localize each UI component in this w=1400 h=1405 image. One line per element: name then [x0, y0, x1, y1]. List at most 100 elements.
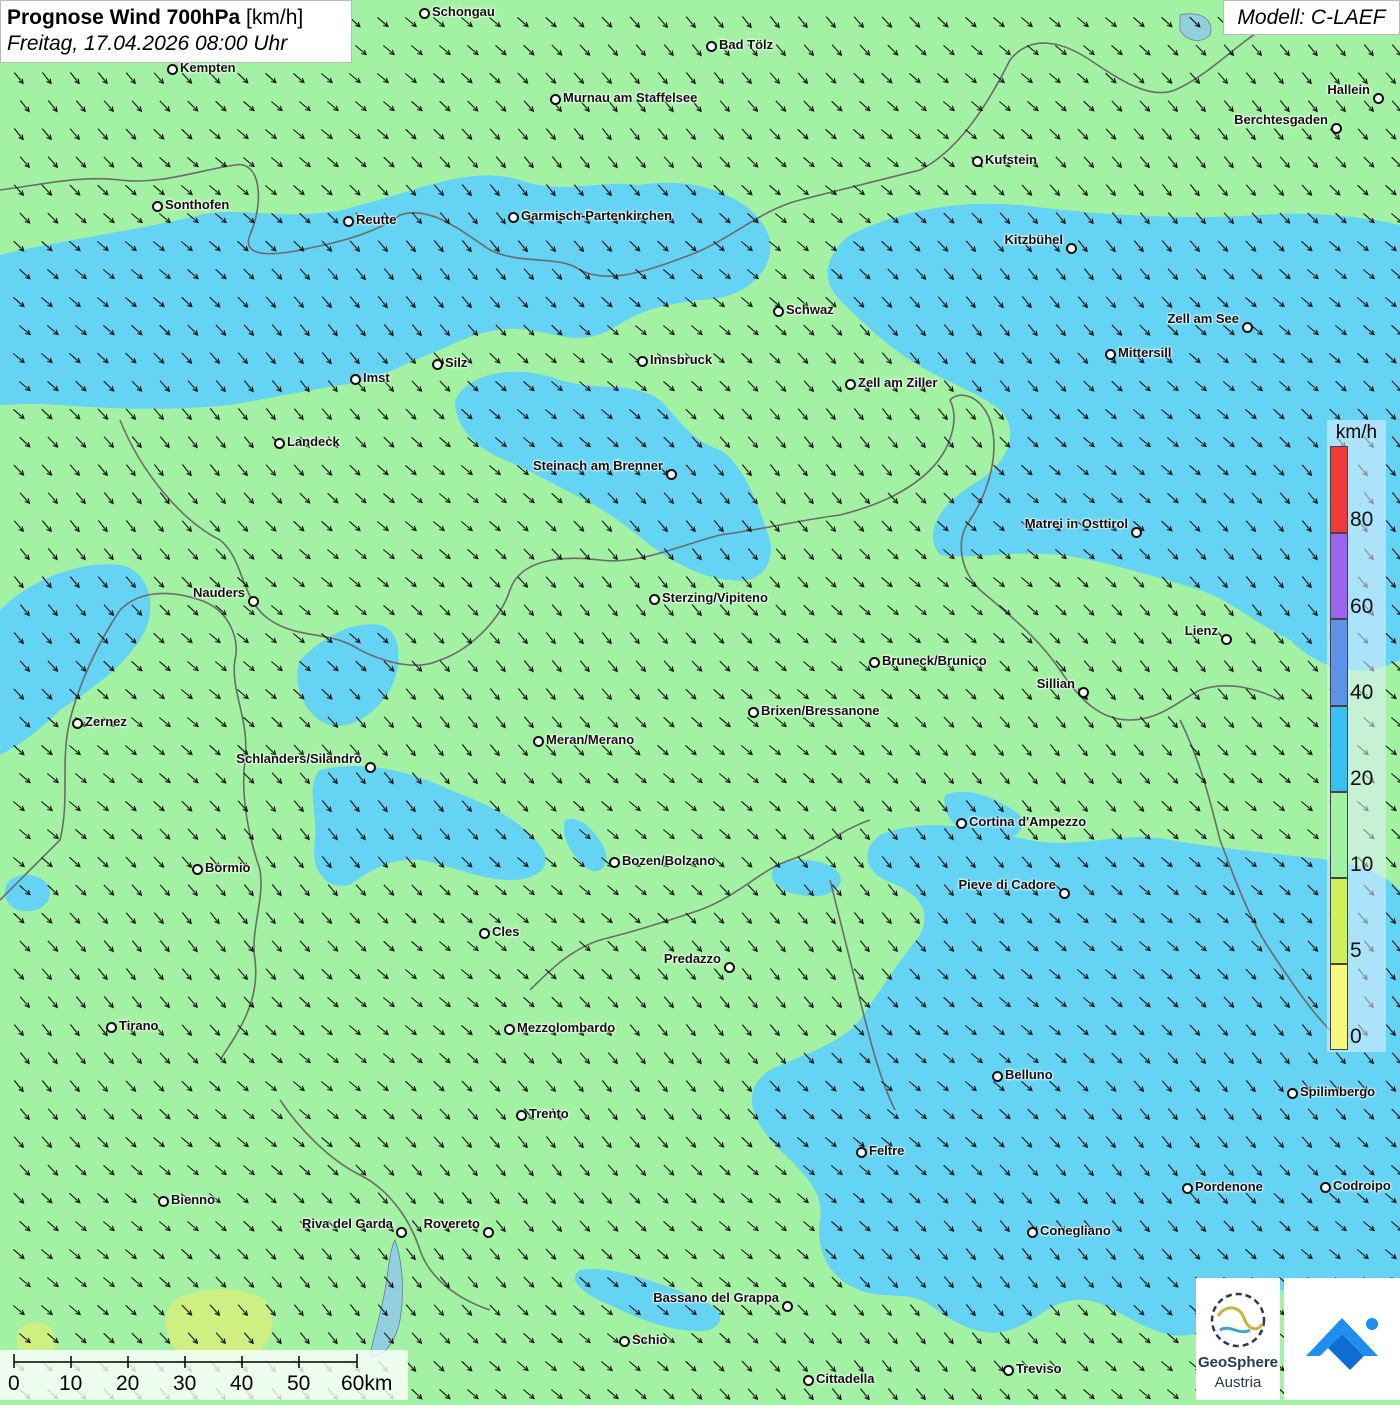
legend-label-40: 40 [1350, 681, 1373, 705]
city-marker [533, 736, 544, 747]
logo-line-2: Austria [1196, 1374, 1280, 1391]
city-label: Zell am Ziller [858, 375, 937, 390]
legend-bar-20 [1330, 706, 1348, 792]
city-marker [1287, 1088, 1298, 1099]
city-label: Meran/Merano [546, 732, 634, 747]
legend-unit: km/h [1327, 422, 1386, 444]
city-label: Trento [529, 1106, 569, 1121]
city-marker [1320, 1182, 1331, 1193]
scale-label-10: 10 [59, 1372, 82, 1396]
legend-bar-40 [1330, 619, 1348, 706]
app-emblem-icon [1284, 1278, 1400, 1400]
city-label: Innsbruck [650, 352, 712, 367]
geosphere-logo: GeoSphere Austria [1196, 1278, 1280, 1400]
city-marker [845, 379, 856, 390]
city-marker [1131, 527, 1142, 538]
city-marker [666, 469, 677, 480]
city-marker [1003, 1365, 1014, 1376]
city-marker [972, 156, 983, 167]
city-label: Bienno [171, 1192, 215, 1207]
city-marker [479, 928, 490, 939]
city-marker [609, 857, 620, 868]
city-label: Zell am See [1167, 311, 1239, 326]
title-box: Prognose Wind 700hPa [km/h] Freitag, 17.… [0, 0, 352, 63]
city-label: Lienz [1185, 623, 1218, 638]
city-marker [773, 306, 784, 317]
city-label: Nauders [193, 585, 245, 600]
city-label: Pieve di Cadore [958, 877, 1056, 892]
city-marker [803, 1375, 814, 1386]
city-marker [396, 1227, 407, 1238]
city-marker [1331, 123, 1342, 134]
city-label: Pordenone [1195, 1179, 1263, 1194]
scale-bar: 0 10 20 30 40 50 60km [0, 1350, 408, 1400]
city-marker [365, 762, 376, 773]
city-label: Rovereto [424, 1216, 480, 1231]
city-marker [992, 1071, 1003, 1082]
scale-label-20: 20 [116, 1372, 139, 1396]
city-label: Cortina d'Ampezzo [969, 814, 1086, 829]
city-marker [619, 1336, 630, 1347]
map-title: Prognose Wind 700hPa [km/h] [7, 5, 345, 31]
city-marker [274, 438, 285, 449]
geosphere-emblem-icon [1196, 1286, 1280, 1356]
scale-ruler [0, 1350, 408, 1374]
city-marker [167, 64, 178, 75]
city-marker [192, 864, 203, 875]
city-marker [724, 962, 735, 973]
scale-label-40: 40 [230, 1372, 253, 1396]
city-marker [706, 41, 717, 52]
city-marker [504, 1024, 515, 1035]
city-marker [432, 359, 443, 370]
city-marker [1078, 687, 1089, 698]
city-label: Silz [445, 355, 467, 370]
legend-label-0: 0 [1350, 1025, 1362, 1049]
city-label: Spilimbergo [1300, 1084, 1375, 1099]
city-label: Predazzo [664, 951, 721, 966]
city-label: Riva del Garda [302, 1216, 393, 1231]
city-label: Bormio [205, 860, 251, 875]
city-marker [483, 1227, 494, 1238]
city-marker [1066, 243, 1077, 254]
city-label: Cles [492, 924, 519, 939]
city-label: Sterzing/Vipiteno [662, 590, 768, 605]
legend-label-10: 10 [1350, 853, 1373, 877]
city-label: Hallein [1327, 82, 1370, 97]
legend-label-80: 80 [1350, 508, 1373, 532]
legend-bar-80 [1330, 446, 1348, 533]
city-marker [649, 594, 660, 605]
model-label: Modell: C-LAEF [1223, 0, 1400, 35]
city-label: Kufstein [985, 152, 1037, 167]
scale-label-50: 50 [287, 1372, 310, 1396]
color-legend: km/h 80 60 40 20 10 5 0 [1327, 420, 1386, 1052]
city-marker [516, 1110, 527, 1121]
city-label: Reutte [356, 212, 396, 227]
city-marker [248, 596, 259, 607]
city-marker [1027, 1227, 1038, 1238]
city-label: Sillian [1037, 676, 1075, 691]
city-label: Schongau [432, 4, 495, 19]
city-label: Garmisch-Partenkirchen [521, 208, 672, 223]
city-marker [1182, 1183, 1193, 1194]
city-label: Kitzbühel [1005, 232, 1064, 247]
city-label: Tirano [119, 1018, 159, 1033]
legend-label-20: 20 [1350, 767, 1373, 791]
city-label: Sonthofen [165, 197, 229, 212]
forecast-time: Freitag, 17.04.2026 08:00 Uhr [7, 31, 345, 57]
legend-label-60: 60 [1350, 595, 1373, 619]
city-marker [1373, 93, 1384, 104]
city-marker [1105, 349, 1116, 360]
city-marker [1059, 888, 1070, 899]
city-label: Schlanders/Silandro [236, 751, 362, 766]
city-marker [637, 356, 648, 367]
scale-label-0: 0 [8, 1372, 20, 1396]
city-marker [956, 818, 967, 829]
city-label: Landeck [287, 434, 340, 449]
city-marker [72, 718, 83, 729]
map-title-main: Prognose Wind 700hPa [7, 6, 240, 29]
city-label: Conegliano [1040, 1223, 1111, 1238]
map-title-unit: [km/h] [246, 6, 303, 29]
city-label: Brixen/Bressanone [761, 703, 880, 718]
weak-wind-zone-garda [166, 1289, 272, 1355]
city-label: Cittadella [816, 1371, 875, 1386]
